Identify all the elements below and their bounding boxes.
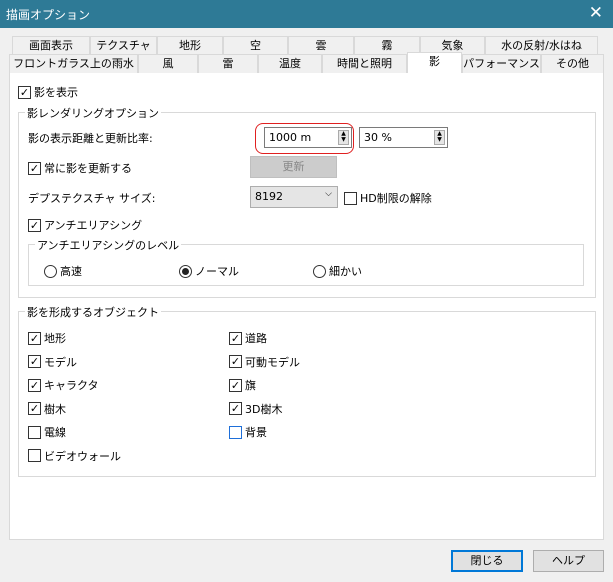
radio-label: 高速 <box>60 265 82 278</box>
object-checkbox[interactable]: 背景 <box>229 424 267 440</box>
depth-label: デプステクスチャ サイズ: <box>28 192 156 205</box>
object-label: 電線 <box>44 426 66 439</box>
object-label: 地形 <box>44 332 66 345</box>
radio-icon <box>44 264 57 278</box>
object-checkbox[interactable]: ✓ 可動モデル <box>229 354 300 370</box>
checkbox-icon <box>229 425 242 439</box>
help-button[interactable]: ヘルプ <box>533 550 604 572</box>
tab-7[interactable]: その他 <box>541 54 604 73</box>
always-update-label: 常に影を更新する <box>44 162 132 175</box>
radio-label: 細かい <box>329 265 362 278</box>
group-legend: アンチエリアシングのレベル <box>35 237 182 253</box>
distance-value: 1000 m <box>269 131 312 144</box>
distance-label: 影の表示距離と更新比率: <box>28 132 153 145</box>
checkbox-icon <box>28 449 41 462</box>
tab-5[interactable]: 影 <box>407 52 462 73</box>
checkbox-icon <box>28 425 41 439</box>
aa-level-group: アンチエリアシングのレベル <box>28 237 584 286</box>
checkbox-icon: ✓ <box>229 402 242 415</box>
checkbox-icon: ✓ <box>229 355 242 368</box>
object-label: 可動モデル <box>245 355 300 369</box>
checkbox-icon: ✓ <box>28 378 41 392</box>
tab-3[interactable]: 空 <box>223 36 288 55</box>
depth-value: 8192 <box>255 190 283 203</box>
hd-unlock-checkbox[interactable]: HD制限の解除 <box>344 190 432 206</box>
tab-0[interactable]: フロントガラス上の雨水 <box>9 54 138 73</box>
spin-arrows-icon[interactable]: ▲ ▼ <box>338 130 349 145</box>
always-update-checkbox[interactable]: ✓ 常に影を更新する <box>28 160 132 176</box>
object-label: 旗 <box>245 379 256 392</box>
object-checkbox[interactable]: ✓ 道路 <box>229 330 267 346</box>
object-label: 背景 <box>245 426 267 439</box>
checkbox-icon: ✓ <box>28 161 41 175</box>
tab-7[interactable]: 水の反射/水はね <box>485 36 598 55</box>
object-checkbox[interactable]: 電線 <box>28 424 66 440</box>
hd-unlock-label: HD制限の解除 <box>360 192 432 205</box>
checkbox-icon: ✓ <box>18 85 31 99</box>
radio-icon <box>179 264 192 278</box>
spin-arrows-icon[interactable]: ▲ ▼ <box>434 130 445 145</box>
depth-size-select[interactable]: 8192 ⌵ <box>250 186 338 208</box>
checkbox-icon: ✓ <box>28 402 41 415</box>
tab-2[interactable]: 地形 <box>157 36 223 55</box>
tab-2[interactable]: 雷 <box>198 54 258 73</box>
aa-fine-radio[interactable]: 細かい <box>313 263 362 279</box>
tab-0[interactable]: 画面表示 <box>12 36 90 55</box>
object-checkbox[interactable]: ✓ 樹木 <box>28 401 66 417</box>
show-shadows-label: 影を表示 <box>34 86 78 99</box>
object-label: 3D樹木 <box>245 402 283 416</box>
close-button[interactable]: 閉じる <box>451 550 523 572</box>
aa-normal-radio[interactable]: ノーマル <box>179 263 239 279</box>
tab-3[interactable]: 温度 <box>258 54 322 73</box>
checkbox-icon <box>344 191 357 205</box>
radio-icon <box>313 264 326 278</box>
checkbox-icon: ✓ <box>28 355 41 368</box>
object-checkbox[interactable]: ビデオウォール <box>28 448 121 464</box>
object-checkbox[interactable]: ✓ 地形 <box>28 330 66 346</box>
object-label: キャラクタ <box>44 379 99 392</box>
object-label: 樹木 <box>44 402 66 416</box>
object-checkbox[interactable]: ✓ キャラクタ <box>28 377 99 393</box>
antialias-label: アンチエリアシング <box>44 219 143 232</box>
tab-4[interactable]: 雲 <box>288 36 354 55</box>
tab-1[interactable]: 風 <box>138 54 198 73</box>
distance-spinner[interactable]: 1000 m ▲ ▼ <box>264 127 352 148</box>
checkbox-icon: ✓ <box>28 218 41 232</box>
checkbox-icon: ✓ <box>229 331 242 345</box>
object-checkbox[interactable]: ✓ 旗 <box>229 377 256 393</box>
tab-6[interactable]: パフォーマンス <box>462 54 541 73</box>
checkbox-icon: ✓ <box>28 331 41 345</box>
object-checkbox[interactable]: ✓ モデル <box>28 354 77 370</box>
checkbox-icon: ✓ <box>229 378 242 392</box>
radio-label: ノーマル <box>195 265 239 278</box>
rate-spinner[interactable]: 30 % ▲ ▼ <box>359 127 448 148</box>
chevron-down-icon: ⌵ <box>325 189 332 199</box>
show-shadows-checkbox[interactable]: ✓ 影を表示 <box>18 84 78 100</box>
object-label: モデル <box>44 355 77 369</box>
group-legend: 影レンダリングオプション <box>25 105 161 121</box>
rate-value: 30 % <box>364 131 392 144</box>
title-bar: 描画オプション ✕ <box>0 0 613 28</box>
tab-1[interactable]: テクスチャ <box>90 36 157 55</box>
update-button[interactable]: 更新 <box>250 156 337 178</box>
antialias-checkbox[interactable]: ✓ アンチエリアシング <box>28 217 142 233</box>
object-checkbox[interactable]: ✓ 3D樹木 <box>229 401 282 417</box>
window-title: 描画オプション <box>6 8 91 22</box>
object-label: 道路 <box>245 332 267 345</box>
close-icon[interactable]: ✕ <box>589 3 603 23</box>
group-legend: 影を形成するオブジェクト <box>25 304 161 320</box>
object-label: ビデオウォール <box>44 449 121 463</box>
tab-4[interactable]: 時間と照明 <box>322 54 407 73</box>
aa-fast-radio[interactable]: 高速 <box>44 263 82 279</box>
